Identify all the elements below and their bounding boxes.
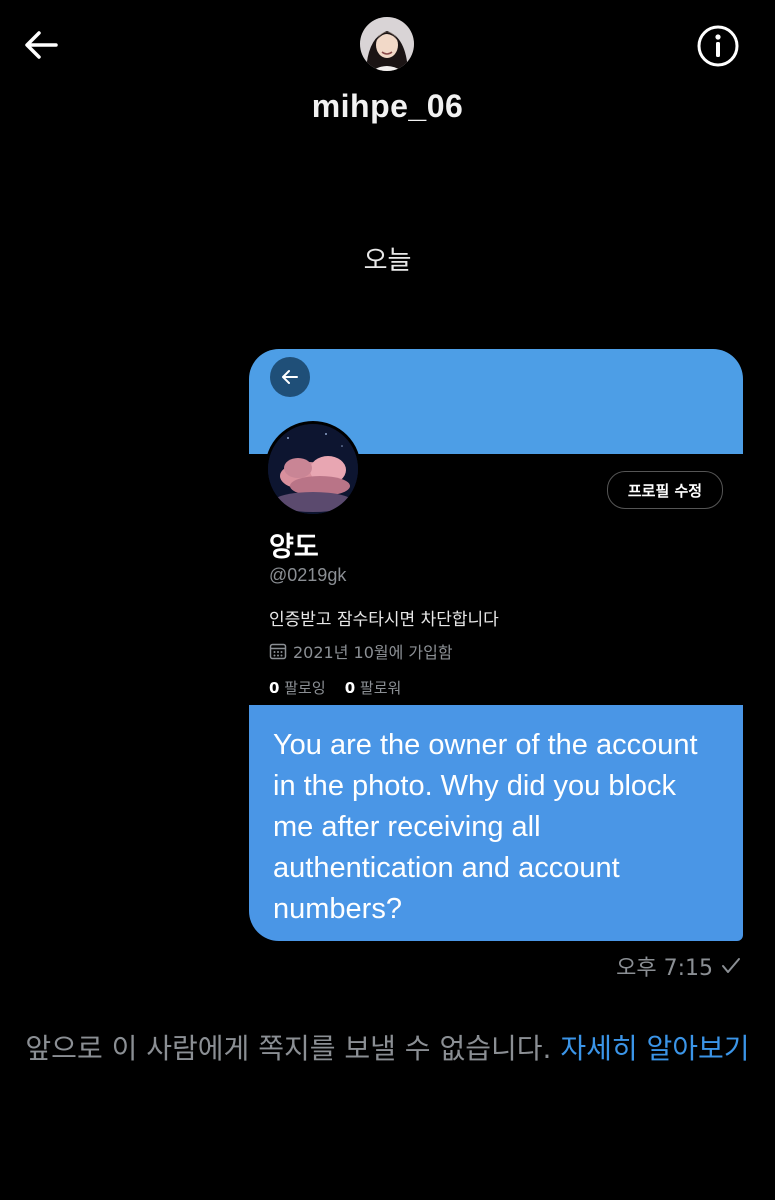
message-time: 오후 7:15: [616, 956, 713, 981]
edit-profile-button: 프로필 수정: [607, 471, 723, 509]
blocked-notice: 앞으로 이 사람에게 쪽지를 보낼 수 없습니다. 자세히 알아보기: [14, 1030, 761, 1068]
profile-back-button: [270, 357, 310, 397]
check-icon: [722, 958, 740, 973]
calendar-icon: [269, 643, 287, 660]
blocked-notice-text: 앞으로 이 사람에게 쪽지를 보낼 수 없습니다.: [25, 1032, 552, 1065]
conversation-username[interactable]: mihpe_06: [0, 88, 775, 125]
message-text: You are the owner of the account in the …: [273, 729, 698, 925]
followers-label: 팔로워: [359, 679, 402, 697]
back-button[interactable]: [20, 24, 62, 66]
profile-handle: @0219gk: [269, 565, 347, 585]
learn-more-link[interactable]: 자세히 알아보기: [560, 1032, 749, 1065]
profile-avatar: [265, 421, 361, 517]
profile-joined: 2021년 10월에 가입함: [269, 639, 453, 663]
followers-count: 0: [344, 679, 356, 697]
info-button[interactable]: [696, 24, 740, 68]
following-label: 팔로잉: [284, 679, 326, 697]
profile-joined-date: 2021년 10월에 가입함: [293, 643, 453, 662]
following-count: 0: [269, 679, 280, 697]
avatar[interactable]: [360, 17, 414, 71]
conversation-header: mihpe_06: [0, 0, 775, 140]
message-meta: 오후 7:15: [616, 950, 741, 982]
attached-profile-image[interactable]: 프로필 수정 양도 @0219gk 인증받고 잠수타시면 차단합니다 2021년…: [249, 349, 743, 709]
arrow-left-icon: [25, 31, 58, 59]
date-separator: 오늘: [363, 246, 412, 276]
info-circle-icon: [697, 25, 739, 67]
message-bubble[interactable]: You are the owner of the account in the …: [249, 705, 743, 941]
arrow-left-icon: [282, 370, 298, 384]
profile-bio: 인증받고 잠수타시면 차단합니다: [269, 610, 499, 630]
profile-name: 양도: [269, 532, 319, 563]
profile-follow-stats: 0 팔로잉 0 팔로워: [269, 677, 401, 698]
